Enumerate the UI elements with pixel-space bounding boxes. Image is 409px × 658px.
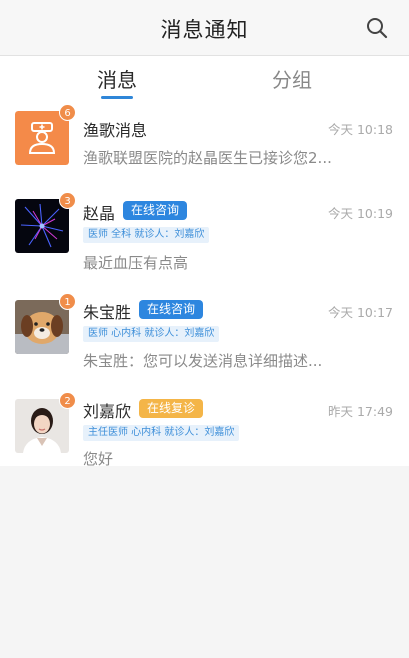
conversation-time: 今天 10:17 — [328, 305, 393, 320]
tab-groups[interactable]: 分组 — [252, 64, 332, 93]
tab-bar: 消息 分组 — [0, 56, 409, 104]
conversation-preview: 渔歌联盟医院的赵晶医生已接诊您2... — [83, 149, 332, 167]
starburst-avatar — [15, 199, 69, 253]
consult-type-tag: 在线复诊 — [139, 399, 204, 418]
doctor-info-tag: 医师 全科 就诊人：刘嘉欣 — [83, 227, 210, 243]
consult-type-tag: 在线咨询 — [139, 300, 204, 319]
tab-messages[interactable]: 消息 — [77, 64, 157, 93]
consult-type-tag: 在线咨询 — [123, 201, 188, 220]
conversation-preview: 您好 — [83, 450, 114, 468]
conversation-preview: 朱宝胜：您可以发送消息详细描述... — [83, 352, 323, 370]
doctor-info-tag: 医师 心内科 就诊人：刘嘉欣 — [83, 326, 220, 342]
page-title: 消息通知 — [160, 18, 249, 42]
conversation-preview: 最近血压有点高 — [83, 254, 189, 272]
unread-badge: 3 — [59, 192, 76, 209]
conversation-name: 朱宝胜 — [83, 303, 132, 322]
doctor-avatar — [15, 399, 69, 453]
search-icon[interactable] — [365, 16, 389, 40]
conversation-name: 刘嘉欣 — [83, 402, 132, 421]
header-bar: 消息通知 — [0, 0, 409, 56]
conversation-list: 6 渔歌消息 今天 10:18 渔歌联盟医院的赵晶医生已接诊您2... 3 赵晶… — [0, 104, 409, 468]
avatar: 6 — [15, 104, 76, 165]
conversation-time: 今天 10:18 — [328, 122, 393, 137]
doctor-info-tag: 主任医师 心内科 就诊人：刘嘉欣 — [83, 425, 240, 441]
conversation-time: 今天 10:19 — [328, 206, 393, 221]
conversation-item-zhubaosheng[interactable]: 1 朱宝胜 在线咨询 今天 10:17 医师 心内科 就诊人：刘嘉欣 朱宝胜：您… — [0, 289, 409, 384]
conversation-name: 渔歌消息 — [83, 121, 148, 140]
avatar: 2 — [15, 392, 76, 453]
conversation-item-system[interactable]: 6 渔歌消息 今天 10:18 渔歌联盟医院的赵晶医生已接诊您2... — [0, 104, 409, 199]
avatar: 1 — [15, 293, 76, 354]
conversation-name: 赵晶 — [83, 204, 116, 223]
conversation-time: 昨天 17:49 — [328, 404, 393, 419]
avatar: 3 — [15, 192, 76, 253]
unread-badge: 2 — [59, 392, 76, 409]
conversation-item-zhaojing[interactable]: 3 赵晶 在线咨询 今天 10:19 医师 全科 就诊人：刘嘉欣 最近血压有点高 — [0, 190, 409, 285]
unread-badge: 1 — [59, 293, 76, 310]
nurse-icon — [15, 111, 69, 165]
active-tab-indicator — [101, 96, 133, 99]
dog-avatar — [15, 300, 69, 354]
conversation-item-liujiaxin[interactable]: 2 刘嘉欣 在线复诊 昨天 17:49 主任医师 心内科 就诊人：刘嘉欣 您好 — [0, 388, 409, 483]
unread-badge: 6 — [59, 104, 76, 121]
